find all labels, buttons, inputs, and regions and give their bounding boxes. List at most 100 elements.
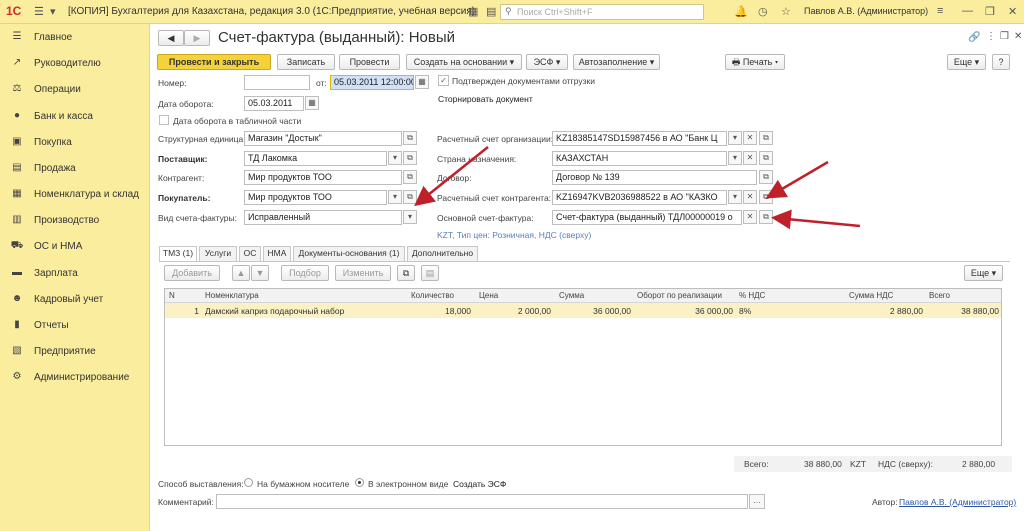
- clear-icon[interactable]: ✕: [743, 151, 757, 165]
- forward-button[interactable]: ▶: [184, 30, 210, 46]
- sidebar-item-personnel[interactable]: ☻ Кадровый учет: [0, 290, 150, 310]
- create-esf-link[interactable]: Создать ЭСФ: [453, 479, 506, 489]
- open-icon[interactable]: ⧉: [759, 151, 773, 165]
- hamburger-icon[interactable]: ☰: [34, 5, 44, 18]
- tab-base-documents[interactable]: Документы-основания (1): [293, 246, 405, 261]
- copy-icon[interactable]: ⧉: [397, 265, 415, 281]
- more-vertical-icon[interactable]: ⋮: [986, 31, 996, 42]
- bell-icon[interactable]: 🔔: [734, 5, 748, 18]
- esf-button[interactable]: ЭСФ ▾: [526, 54, 568, 70]
- open-icon[interactable]: ⧉: [403, 151, 417, 165]
- country-field[interactable]: КАЗАХСТАН: [552, 151, 727, 166]
- open-icon[interactable]: ⧉: [403, 190, 417, 204]
- maximize-icon[interactable]: ❐: [985, 5, 995, 18]
- restore-icon[interactable]: ❐: [1000, 31, 1009, 42]
- ellipsis-icon[interactable]: …: [749, 494, 765, 509]
- sidebar-item-assets[interactable]: ⛟ ОС и НМА: [0, 237, 150, 257]
- comment-field[interactable]: [216, 494, 748, 509]
- tab-nma[interactable]: НМА: [263, 246, 291, 261]
- sidebar-item-enterprise[interactable]: ▧ Предприятие: [0, 342, 150, 362]
- calendar-icon[interactable]: ▦: [305, 96, 319, 110]
- chevron-down-icon[interactable]: ▾: [50, 5, 56, 18]
- move-down-icon[interactable]: ▼: [251, 265, 269, 281]
- clear-icon[interactable]: ✕: [743, 131, 757, 145]
- select-button[interactable]: Подбор: [281, 265, 329, 281]
- contract-field[interactable]: Договор № 139: [552, 170, 757, 185]
- open-icon[interactable]: ⧉: [403, 131, 417, 145]
- calculator-icon[interactable]: ▤: [486, 5, 496, 18]
- paste-icon[interactable]: ▤: [421, 265, 439, 281]
- dropdown-icon[interactable]: ▾: [388, 151, 402, 165]
- open-icon[interactable]: ⧉: [403, 170, 417, 184]
- tab-tmz[interactable]: ТМЗ (1): [159, 246, 197, 262]
- print-button[interactable]: 🖶 Печать ▾: [725, 54, 785, 70]
- confirmed-checkbox[interactable]: ✓: [438, 75, 449, 86]
- dropdown-icon[interactable]: ▾: [728, 131, 742, 145]
- cp-account-field[interactable]: KZ16947KVB2036988522 в АО "КАЗКО: [552, 190, 727, 205]
- clear-icon[interactable]: ✕: [743, 210, 757, 224]
- tab-os[interactable]: ОС: [239, 246, 261, 261]
- turnover-date-field[interactable]: 05.03.2011: [244, 96, 304, 111]
- open-icon[interactable]: ⧉: [759, 190, 773, 204]
- sidebar-item-reports[interactable]: ▮ Отчеты: [0, 316, 150, 336]
- close-icon[interactable]: ✕: [1008, 5, 1017, 18]
- open-icon[interactable]: ⧉: [759, 210, 773, 224]
- goods-table[interactable]: N Номенклатура Количество Цена Сумма Обо…: [164, 288, 1002, 446]
- unit-field[interactable]: Магазин "Достык": [244, 131, 402, 146]
- supplier-field[interactable]: ТД Лакомка: [244, 151, 387, 166]
- minimize-icon[interactable]: —: [962, 5, 973, 17]
- clear-icon[interactable]: ✕: [743, 190, 757, 204]
- table-row[interactable]: 1 Дамский каприз подарочный набор 18,000…: [165, 303, 1001, 318]
- star-icon[interactable]: ☆: [781, 5, 791, 18]
- open-icon[interactable]: ⧉: [759, 131, 773, 145]
- org-account-field[interactable]: KZ18385147SD15987456 в АО "Банк Ц: [552, 131, 727, 146]
- tab-additional[interactable]: Дополнительно: [407, 246, 478, 261]
- window-menu-icon[interactable]: ≡: [937, 5, 943, 17]
- sidebar-item-operations[interactable]: ⚖ Операции: [0, 80, 150, 100]
- sidebar-item-manager[interactable]: ↗ Руководителю: [0, 54, 150, 74]
- calendar-icon[interactable]: ▦: [415, 75, 429, 89]
- sidebar-item-sales[interactable]: ▤ Продажа: [0, 159, 150, 179]
- counterparty-field[interactable]: Мир продуктов ТОО: [244, 170, 402, 185]
- sidebar-item-salary[interactable]: ▬ Зарплата: [0, 264, 150, 284]
- buyer-field[interactable]: Мир продуктов ТОО: [244, 190, 387, 205]
- create-based-on-button[interactable]: Создать на основании ▾: [406, 54, 522, 70]
- storno-link[interactable]: Сторнировать документ: [438, 94, 533, 104]
- invoice-type-select[interactable]: Исправленный: [244, 210, 402, 225]
- help-button[interactable]: ?: [992, 54, 1010, 70]
- electronic-radio[interactable]: [355, 478, 364, 487]
- table-more-button[interactable]: Еще ▾: [964, 265, 1003, 281]
- move-up-icon[interactable]: ▲: [232, 265, 250, 281]
- link-icon[interactable]: 🔗: [968, 32, 980, 43]
- form-close-icon[interactable]: ✕: [1014, 31, 1022, 42]
- more-button[interactable]: Еще ▾: [947, 54, 986, 70]
- date-field[interactable]: 05.03.2011 12:00:00: [330, 75, 414, 90]
- change-button[interactable]: Изменить: [335, 265, 391, 281]
- price-info-link[interactable]: KZT, Тип цен: Розничная, НДС (сверху): [437, 230, 591, 240]
- tab-services[interactable]: Услуги: [199, 246, 237, 261]
- post-button[interactable]: Провести: [339, 54, 400, 70]
- add-row-button[interactable]: Добавить: [164, 265, 220, 281]
- author-link[interactable]: Павлов А.В. (Администратор): [899, 497, 1016, 507]
- sidebar-item-production[interactable]: ▥ Производство: [0, 211, 150, 231]
- paper-radio[interactable]: [244, 478, 253, 487]
- sidebar-item-bank[interactable]: ● Банк и касса: [0, 107, 150, 127]
- open-icon[interactable]: ⧉: [759, 170, 773, 184]
- number-field[interactable]: [244, 75, 310, 90]
- search-input[interactable]: ⚲ Поиск Ctrl+Shift+F: [500, 4, 704, 20]
- sidebar-item-main[interactable]: ☰ Главное: [0, 28, 150, 48]
- sidebar-item-purchase[interactable]: ▣ Покупка: [0, 133, 150, 153]
- post-and-close-button[interactable]: Провести и закрыть: [157, 54, 271, 70]
- dropdown-icon[interactable]: ▾: [388, 190, 402, 204]
- dropdown-icon[interactable]: ▾: [728, 190, 742, 204]
- base-invoice-field[interactable]: Счет-фактура (выданный) ТДЛ00000019 о: [552, 210, 742, 225]
- turnover-in-table-checkbox[interactable]: [159, 115, 169, 125]
- save-button[interactable]: Записать: [277, 54, 335, 70]
- calendar-icon[interactable]: ▦: [468, 5, 478, 18]
- back-button[interactable]: ◀: [158, 30, 184, 46]
- autofill-button[interactable]: Автозаполнение ▾: [573, 54, 660, 70]
- sidebar-item-admin[interactable]: ⚙ Администрирование: [0, 368, 150, 388]
- dropdown-icon[interactable]: ▾: [728, 151, 742, 165]
- sidebar-item-warehouse[interactable]: ▦ Номенклатура и склад: [0, 185, 150, 205]
- history-icon[interactable]: ◷: [758, 5, 768, 18]
